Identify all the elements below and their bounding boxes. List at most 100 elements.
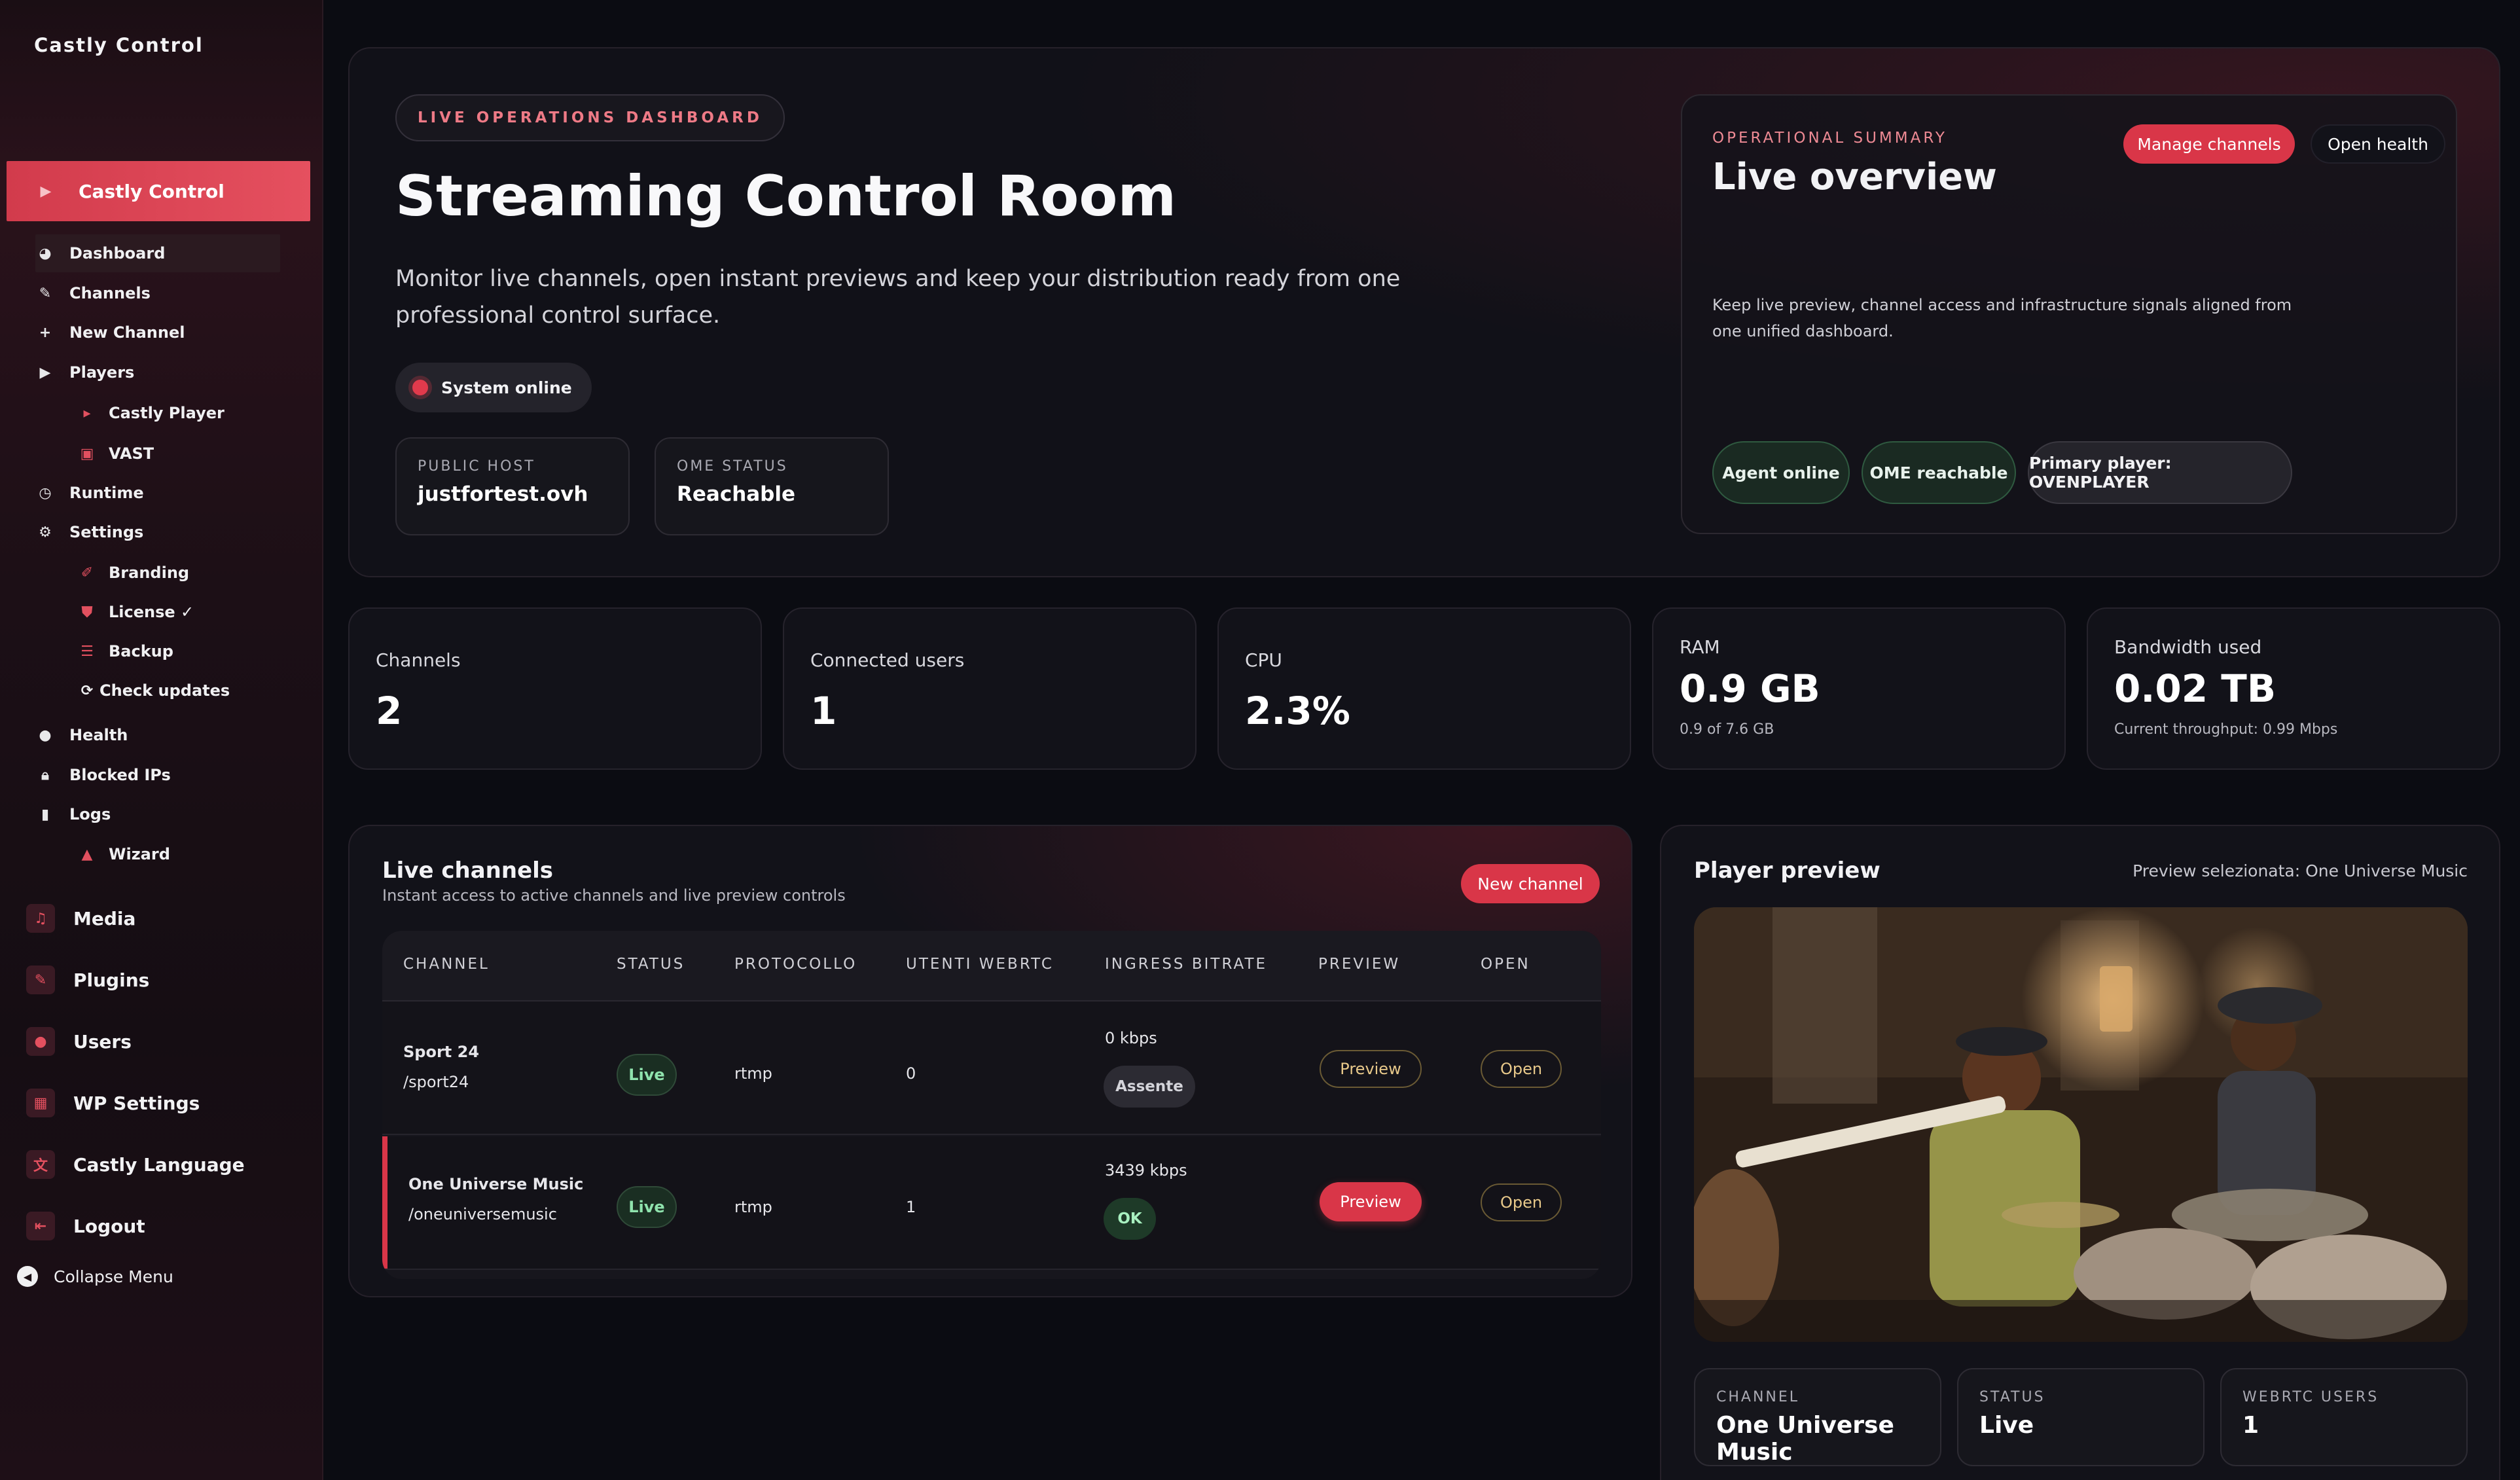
table-row: Sport 24 /sport24 Live rtmp 0 0 kbps Ass…	[382, 1002, 1601, 1135]
stat-cpu: CPU 2.3%	[1217, 607, 1631, 770]
gear-icon: ⚙	[39, 524, 52, 541]
menu-label: Plugins	[73, 969, 150, 991]
menu-label: Media	[73, 907, 136, 930]
media-icon: ♫	[26, 904, 55, 933]
menu-label: Logout	[73, 1215, 145, 1237]
selected-preview-label: Preview selezionata: One Universe Music	[2133, 861, 2468, 880]
player-preview-title: Player preview	[1694, 857, 1881, 884]
preview-button[interactable]: Preview	[1320, 1182, 1422, 1221]
ingest-state-badge: OK	[1104, 1198, 1156, 1240]
sidebar-item-blocked-ips[interactable]: 🔒︎ Blocked IPs	[35, 756, 171, 794]
bitrate-cell: 3439 kbps	[1105, 1161, 1187, 1180]
player-channel-box: CHANNEL One Universe Music	[1694, 1368, 1941, 1466]
sidebar-item-new-channel[interactable]: + New Channel	[35, 314, 185, 352]
sidebar-item-label: Settings	[69, 523, 144, 541]
sidebar-item-settings[interactable]: ⚙ Settings	[35, 513, 143, 551]
sidebar-item-check-updates[interactable]: ⟳ Check updates	[77, 672, 230, 710]
sidebar-item-backup[interactable]: ☰ Backup	[77, 632, 173, 670]
sidebar-item-branding[interactable]: ✐ Branding	[77, 554, 189, 592]
stat-connected-users: Connected users 1	[783, 607, 1197, 770]
ome-status-label: OME STATUS	[677, 458, 788, 475]
player-status-value: Live	[1979, 1412, 2034, 1439]
sidebar-main-castly-control[interactable]: ▶ Castly Control	[7, 161, 310, 221]
col-protocol: PROTOCOLLO	[734, 956, 857, 973]
menu-media[interactable]: ♫ Media	[26, 895, 135, 941]
open-button[interactable]: Open	[1481, 1050, 1562, 1088]
col-preview: PREVIEW	[1318, 956, 1401, 973]
summary-label: OPERATIONAL SUMMARY	[1712, 130, 1947, 147]
menu-label: WP Settings	[73, 1092, 200, 1114]
collapse-menu-button[interactable]: ◀ Collapse Menu	[17, 1266, 173, 1287]
sidebar-item-runtime[interactable]: ◷ Runtime	[35, 474, 143, 512]
sidebar-item-wizard[interactable]: ▲ Wizard	[77, 835, 170, 873]
collapse-label: Collapse Menu	[54, 1267, 173, 1286]
sidebar-item-health[interactable]: ● Health	[35, 716, 128, 754]
play-icon: ▶	[39, 364, 51, 381]
menu-users[interactable]: ● Users	[26, 1019, 132, 1064]
preview-button[interactable]: Preview	[1320, 1050, 1422, 1088]
status-badge: Live	[617, 1054, 677, 1096]
channel-path: /oneuniversemusic	[408, 1205, 557, 1223]
sidebar-item-license[interactable]: ⛊ License ✓	[77, 593, 194, 631]
agent-online-chip: Agent online	[1712, 441, 1850, 504]
sidebar-item-label: Players	[69, 363, 135, 382]
sidebar-item-castly-player[interactable]: ▸ Castly Player	[77, 394, 224, 432]
channel-name-cell: One Universe Music /oneuniversemusic	[408, 1169, 583, 1229]
new-channel-button[interactable]: New channel	[1461, 864, 1600, 903]
brush-icon: ✐	[81, 564, 94, 581]
ingest-state-badge: Assente	[1104, 1066, 1195, 1108]
operational-summary-panel: OPERATIONAL SUMMARY Live overview Manage…	[1681, 94, 2457, 534]
stat-value: 2.3%	[1245, 689, 1350, 733]
sidebar-item-players[interactable]: ▶ Players	[35, 353, 135, 391]
plus-icon: +	[39, 324, 52, 341]
open-button[interactable]: Open	[1481, 1183, 1562, 1221]
grid-icon: ▦	[26, 1089, 55, 1117]
stat-sub: Current throughput: 0.99 Mbps	[2114, 721, 2338, 738]
sidebar-item-vast[interactable]: ▣ VAST	[77, 435, 154, 473]
webrtc-users-cell: 1	[906, 1198, 916, 1216]
ad-icon: ▣	[80, 445, 94, 462]
channel-name: Sport 24	[403, 1043, 480, 1061]
sidebar-item-logs[interactable]: ▮ Logs	[35, 795, 111, 833]
sidebar-item-label: License ✓	[109, 603, 194, 621]
col-ingress-bitrate: INGRESS BITRATE	[1105, 956, 1268, 973]
ome-status-box: OME STATUS Reachable	[655, 437, 889, 535]
player-status-box: STATUS Live	[1957, 1368, 2205, 1466]
video-player[interactable]	[1694, 907, 2468, 1342]
stat-bandwidth: Bandwidth used 0.02 TB Current throughpu…	[2087, 607, 2500, 770]
system-status-label: System online	[441, 378, 572, 397]
public-host-value: justfortest.ovh	[418, 482, 588, 506]
channel-name-cell: Sport 24 /sport24	[403, 1037, 479, 1097]
stat-value: 1	[810, 689, 837, 733]
open-health-button[interactable]: Open health	[2311, 124, 2445, 164]
video-frame-image	[1694, 907, 2468, 1342]
selected-row-indicator	[382, 1136, 387, 1269]
col-webrtc-users: UTENTI WEBRTC	[906, 956, 1054, 973]
manage-channels-button[interactable]: Manage channels	[2123, 124, 2295, 164]
menu-label: Users	[73, 1030, 132, 1053]
menu-wp-settings[interactable]: ▦ WP Settings	[26, 1080, 200, 1126]
channels-table: CHANNEL STATUS PROTOCOLLO UTENTI WEBRTC …	[382, 931, 1601, 1279]
collapse-icon: ◀	[17, 1266, 38, 1287]
status-badge: Live	[617, 1186, 677, 1228]
sidebar-item-dashboard[interactable]: ◕ Dashboard	[35, 234, 280, 272]
protocol-cell: rtmp	[734, 1198, 772, 1216]
public-host-box: PUBLIC HOST justfortest.ovh	[395, 437, 630, 535]
lock-icon: 🔒︎	[41, 767, 49, 784]
logout-icon: ⇤	[26, 1212, 55, 1240]
page-title: Streaming Control Room	[395, 164, 1177, 229]
player-users-value: 1	[2242, 1412, 2259, 1439]
player-users-label: WEBRTC USERS	[2242, 1389, 2379, 1405]
shield-icon: ⛊	[81, 604, 93, 621]
ome-reachable-chip: OME reachable	[1862, 441, 2016, 504]
sidebar: Castly Control ▶ Castly Control ◕ Dashbo…	[0, 0, 323, 1480]
play-icon: ▸	[83, 405, 91, 422]
menu-logout[interactable]: ⇤ Logout	[26, 1203, 145, 1249]
menu-castly-language[interactable]: 文 Castly Language	[26, 1142, 245, 1187]
summary-text: Keep live preview, channel access and in…	[1712, 296, 2292, 340]
sidebar-item-channels[interactable]: ✎ Channels	[35, 274, 151, 312]
sidebar-item-label: New Channel	[69, 323, 185, 342]
user-icon: ●	[26, 1027, 55, 1056]
player-channel-value: One Universe Music	[1716, 1412, 1894, 1466]
menu-plugins[interactable]: ✎ Plugins	[26, 957, 149, 1003]
